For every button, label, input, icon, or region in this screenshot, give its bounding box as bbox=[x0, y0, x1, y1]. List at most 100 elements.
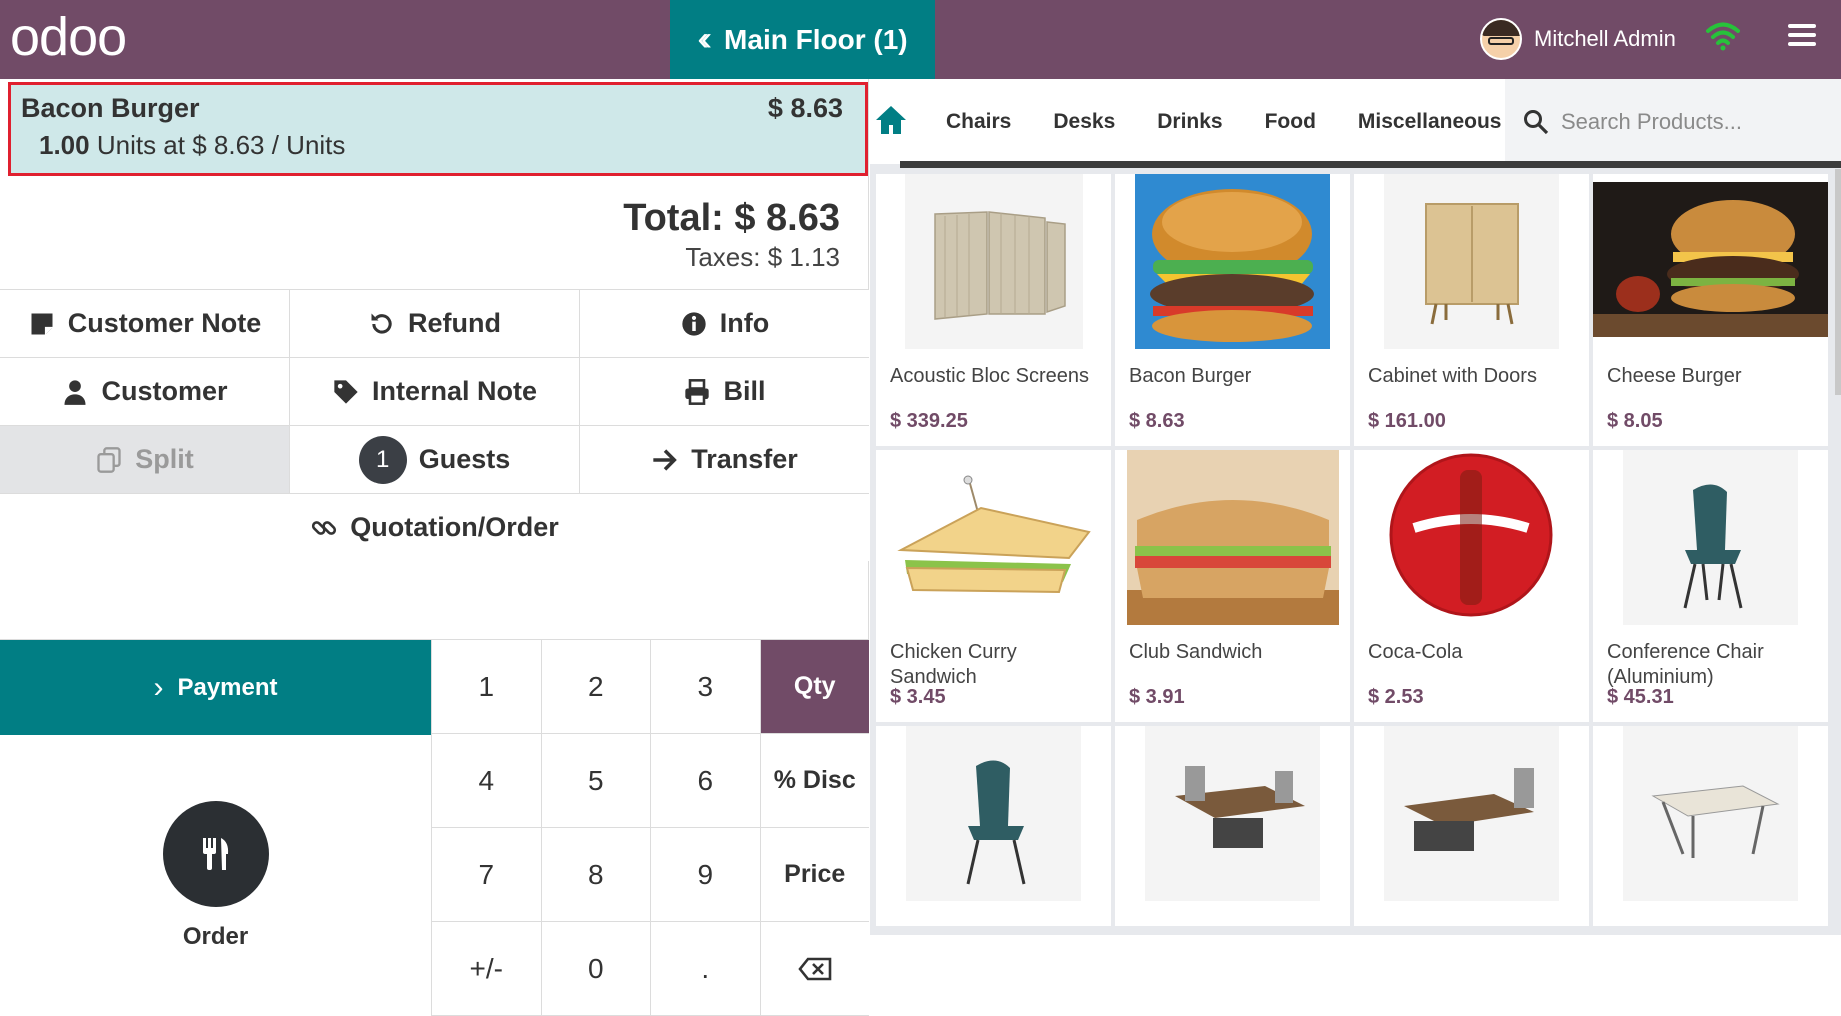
screen-image bbox=[876, 174, 1111, 349]
search-input[interactable] bbox=[1561, 108, 1821, 135]
burger-image bbox=[1115, 174, 1350, 349]
product-card[interactable]: Bacon Burger $ 8.63 bbox=[1115, 174, 1350, 446]
odoo-logo: odoo bbox=[10, 7, 127, 67]
order-line-qty-value: 1.00 bbox=[39, 130, 90, 160]
product-price: $ 3.91 bbox=[1129, 686, 1185, 708]
home-icon[interactable] bbox=[874, 103, 908, 137]
category-divider bbox=[900, 161, 1841, 168]
cola-image bbox=[1354, 450, 1589, 625]
key-7[interactable]: 7 bbox=[431, 828, 541, 922]
key-backspace[interactable] bbox=[759, 922, 869, 1016]
tag-icon bbox=[334, 379, 358, 404]
refund-label: Refund bbox=[408, 308, 501, 338]
product-card[interactable] bbox=[1115, 726, 1350, 926]
key-decimal[interactable]: . bbox=[650, 922, 760, 1016]
product-name: Conference Chair (Aluminium) bbox=[1607, 641, 1764, 688]
guests-count-badge: 1 bbox=[358, 435, 407, 484]
product-grid-scrollbar[interactable] bbox=[1835, 169, 1841, 395]
cabinet-image bbox=[1354, 174, 1589, 349]
product-card[interactable] bbox=[876, 726, 1111, 926]
transfer-button[interactable]: Transfer bbox=[580, 426, 869, 493]
user-menu[interactable]: Mitchell Admin bbox=[1480, 14, 1676, 64]
user-icon bbox=[64, 379, 86, 405]
chair-image bbox=[1593, 450, 1828, 625]
internal-note-button[interactable]: Internal Note bbox=[290, 358, 580, 425]
product-name: Cabinet with Doors bbox=[1368, 365, 1537, 387]
order-button[interactable] bbox=[162, 800, 269, 907]
product-name: Club Sandwich bbox=[1129, 641, 1263, 663]
product-card[interactable] bbox=[1593, 726, 1828, 926]
order-total: Total: $ 8.63 bbox=[623, 197, 840, 239]
key-1[interactable]: 1 bbox=[431, 640, 541, 734]
product-price: $ 45.31 bbox=[1607, 686, 1674, 708]
wifi-icon[interactable] bbox=[1705, 18, 1741, 54]
product-card[interactable]: Chicken Curry Sandwich $ 3.45 bbox=[876, 450, 1111, 722]
customer-label: Customer bbox=[101, 376, 228, 406]
product-card[interactable]: Cheese Burger $ 8.05 bbox=[1593, 174, 1828, 446]
product-card[interactable]: Cabinet with Doors $ 161.00 bbox=[1354, 174, 1589, 446]
product-card[interactable]: Club Sandwich $ 3.91 bbox=[1115, 450, 1350, 722]
payment-numpad-area: › Payment Order 1 2 3 Qty 4 5 6 % Disc 7… bbox=[0, 639, 869, 1016]
product-name: Coca-Cola bbox=[1368, 641, 1463, 663]
product-card[interactable] bbox=[1354, 726, 1589, 926]
info-button[interactable]: Info bbox=[580, 290, 869, 357]
quotation-order-label: Quotation/Order bbox=[350, 512, 559, 542]
main-floor-button[interactable]: ‹‹ Main Floor (1) bbox=[670, 0, 935, 79]
hamburger-menu-icon[interactable] bbox=[1788, 24, 1816, 46]
key-plus-minus[interactable]: +/- bbox=[431, 922, 541, 1016]
sandwich-image bbox=[1115, 450, 1350, 625]
category-chairs[interactable]: Chairs bbox=[925, 110, 1032, 134]
key-2[interactable]: 2 bbox=[540, 640, 650, 734]
product-price: $ 8.05 bbox=[1607, 410, 1663, 432]
category-drinks[interactable]: Drinks bbox=[1136, 110, 1243, 134]
product-price: $ 2.53 bbox=[1368, 686, 1424, 708]
key-price-mode[interactable]: Price bbox=[759, 828, 869, 922]
customer-note-label: Customer Note bbox=[67, 308, 262, 338]
order-label: Order bbox=[182, 922, 249, 950]
product-search bbox=[1505, 79, 1841, 164]
key-4[interactable]: 4 bbox=[431, 734, 541, 828]
product-price: $ 161.00 bbox=[1368, 410, 1446, 432]
order-line-price: $ 8.63 bbox=[767, 93, 843, 123]
split-button[interactable]: Split bbox=[0, 426, 290, 493]
order-totals: Total: $ 8.63 Taxes: $ 1.13 bbox=[623, 197, 840, 273]
bill-label: Bill bbox=[723, 376, 766, 406]
guests-button[interactable]: 1 Guests bbox=[290, 426, 580, 493]
product-card[interactable]: Conference Chair (Aluminium) $ 45.31 bbox=[1593, 450, 1828, 722]
key-qty-mode[interactable]: Qty bbox=[759, 640, 869, 734]
desk-image bbox=[1354, 726, 1589, 901]
bill-button[interactable]: Bill bbox=[580, 358, 869, 425]
copy-icon bbox=[97, 446, 121, 473]
order-line-qty-text: Units at $ 8.63 / Units bbox=[96, 130, 346, 160]
key-3[interactable]: 3 bbox=[650, 640, 760, 734]
key-9[interactable]: 9 bbox=[650, 828, 760, 922]
backspace-icon bbox=[798, 957, 832, 980]
quotation-order-button[interactable]: Quotation/Order bbox=[0, 494, 869, 561]
user-name: Mitchell Admin bbox=[1534, 26, 1676, 51]
order-line-selected[interactable]: Bacon Burger $ 8.63 1.00 Units at $ 8.63… bbox=[8, 82, 868, 176]
product-name: Chicken Curry Sandwich bbox=[890, 641, 1017, 688]
category-desks[interactable]: Desks bbox=[1032, 110, 1136, 134]
refund-button[interactable]: Refund bbox=[290, 290, 580, 357]
key-discount-mode[interactable]: % Disc bbox=[759, 734, 869, 828]
category-miscellaneous[interactable]: Miscellaneous bbox=[1337, 110, 1523, 134]
key-8[interactable]: 8 bbox=[540, 828, 650, 922]
guests-label: Guests bbox=[418, 444, 511, 474]
key-0[interactable]: 0 bbox=[540, 922, 650, 1016]
product-name: Acoustic Bloc Screens bbox=[890, 365, 1089, 387]
product-price: $ 3.45 bbox=[890, 686, 946, 708]
numpad: 1 2 3 Qty 4 5 6 % Disc 7 8 9 Price +/- 0… bbox=[431, 640, 869, 1016]
product-card[interactable]: Coca-Cola $ 2.53 bbox=[1354, 450, 1589, 722]
info-icon bbox=[682, 311, 706, 336]
key-5[interactable]: 5 bbox=[540, 734, 650, 828]
product-price: $ 8.63 bbox=[1129, 410, 1185, 432]
key-6[interactable]: 6 bbox=[650, 734, 760, 828]
customer-button[interactable]: Customer bbox=[0, 358, 290, 425]
payment-label: Payment bbox=[177, 673, 278, 701]
category-food[interactable]: Food bbox=[1244, 110, 1337, 134]
link-icon bbox=[312, 520, 337, 535]
burger-image bbox=[1593, 174, 1828, 349]
product-card[interactable]: Acoustic Bloc Screens $ 339.25 bbox=[876, 174, 1111, 446]
payment-button[interactable]: › Payment bbox=[0, 640, 431, 735]
customer-note-button[interactable]: Customer Note bbox=[0, 290, 290, 357]
